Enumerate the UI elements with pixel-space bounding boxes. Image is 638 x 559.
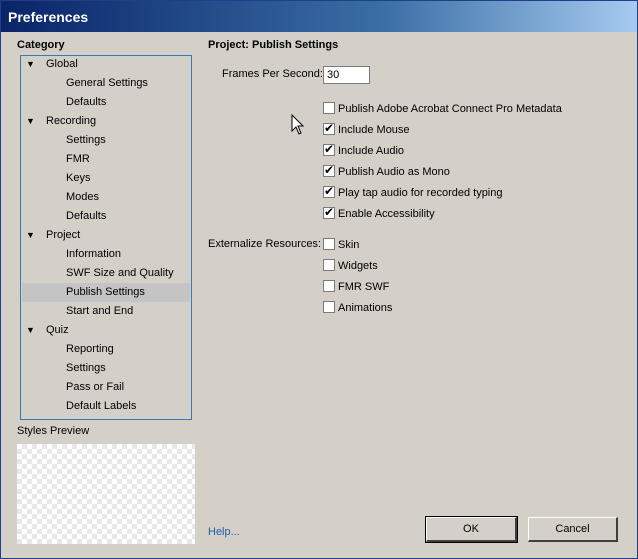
tree-item[interactable]: Publish Settings xyxy=(22,283,190,302)
tree-item-label: Settings xyxy=(66,362,106,374)
checkbox[interactable]: ✔ xyxy=(323,163,335,177)
panel-title: Project: Publish Settings xyxy=(208,39,339,51)
checkbox[interactable] xyxy=(323,238,335,250)
checkbox-label: Play tap audio for recorded typing xyxy=(338,187,503,199)
tree-item[interactable]: ▼ Recording xyxy=(22,112,190,131)
tree-item[interactable]: Keys xyxy=(22,169,190,188)
tree-item[interactable]: Defaults xyxy=(22,93,190,112)
tree-item[interactable]: FMR xyxy=(22,150,190,169)
tree-item-label: Defaults xyxy=(66,210,107,222)
tree-item[interactable]: Modes xyxy=(22,188,190,207)
checkbox-label: Enable Accessibility xyxy=(338,208,435,220)
checkbox[interactable]: ✔ xyxy=(323,121,335,135)
cancel-button[interactable]: Cancel xyxy=(528,517,618,542)
tree-item-label: Quiz xyxy=(46,324,69,336)
tree-item[interactable]: ▼ Quiz xyxy=(22,321,190,340)
category-tree[interactable]: ▼ Global General Settings Defaults ▼ Recordin… xyxy=(20,55,192,420)
tree-item-label: Pass or Fail xyxy=(66,381,125,393)
tree-item[interactable]: Default Labels xyxy=(22,397,190,416)
checkbox-label: FMR SWF xyxy=(338,281,390,293)
checkbox[interactable] xyxy=(323,280,335,292)
tree-item[interactable]: Settings xyxy=(22,359,190,378)
fps-input[interactable]: 30 xyxy=(323,66,370,84)
tree-item-label: Publish Settings xyxy=(66,286,145,298)
checkbox[interactable] xyxy=(323,301,335,313)
expand-triangle-icon[interactable]: ▼ xyxy=(26,226,35,245)
checkbox[interactable]: ✔ xyxy=(323,205,335,219)
tree-item[interactable]: Defaults xyxy=(22,207,190,226)
checkbox[interactable]: ✔ xyxy=(323,142,335,156)
tree-item-label: Settings xyxy=(66,134,106,146)
checkbox-label: Skin xyxy=(338,239,360,251)
checkmark-icon: ✔ xyxy=(324,142,335,156)
tree-item[interactable]: Settings xyxy=(22,131,190,150)
category-heading: Category xyxy=(17,39,65,51)
tree-item-label: FMR xyxy=(66,153,90,165)
checkbox-label: Publish Audio as Mono xyxy=(338,166,450,178)
tree-item-label: Reporting xyxy=(66,343,114,355)
mouse-cursor-icon xyxy=(291,114,305,135)
checkbox-label: Animations xyxy=(338,302,393,314)
tree-item-label: Default Labels xyxy=(66,400,137,412)
styles-preview-label: Styles Preview xyxy=(17,425,90,437)
checkmark-icon: ✔ xyxy=(324,121,335,135)
help-link[interactable]: Help... xyxy=(208,526,240,538)
expand-triangle-icon[interactable]: ▼ xyxy=(26,321,35,340)
expand-triangle-icon[interactable]: ▼ xyxy=(26,55,35,74)
tree-item[interactable]: SWF Size and Quality xyxy=(22,264,190,283)
styles-preview xyxy=(17,444,195,544)
tree-item[interactable]: General Settings xyxy=(22,74,190,93)
title-bar[interactable]: Preferences xyxy=(1,1,637,32)
tree-item-label: Defaults xyxy=(66,96,107,108)
tree-item[interactable]: Start and End xyxy=(22,302,190,321)
tree-item-label: SWF Size and Quality xyxy=(66,267,174,279)
tree-item-label: Project xyxy=(46,229,81,241)
externalize-label: Externalize Resources: xyxy=(208,238,322,250)
tree-item[interactable]: ▼ Project xyxy=(22,226,190,245)
tree-item[interactable]: Pass or Fail xyxy=(22,378,190,397)
tree-item[interactable]: ▼ Global xyxy=(22,55,190,74)
checkbox-label: Widgets xyxy=(338,260,378,272)
checkbox[interactable]: ✔ xyxy=(323,184,335,198)
checkbox[interactable] xyxy=(323,259,335,271)
tree-item[interactable]: Information xyxy=(22,245,190,264)
checkbox[interactable] xyxy=(323,102,335,114)
fps-label: Frames Per Second: xyxy=(222,68,323,80)
tree-item-label: Start and End xyxy=(66,305,134,317)
tree-item-label: Global xyxy=(46,58,78,70)
checkmark-icon: ✔ xyxy=(324,163,335,177)
preferences-dialog: Preferences Category ▼ Global General Sett… xyxy=(0,0,638,559)
tree-item-label: General Settings xyxy=(66,77,148,89)
checkbox-label: Publish Adobe Acrobat Connect Pro Metada… xyxy=(338,103,562,115)
tree-item-label: Information xyxy=(66,248,122,260)
checkmark-icon: ✔ xyxy=(324,184,335,198)
tree-item-label: Recording xyxy=(46,115,97,127)
tree-item[interactable]: Reporting xyxy=(22,340,190,359)
expand-triangle-icon[interactable]: ▼ xyxy=(26,112,35,131)
checkbox-label: Include Audio xyxy=(338,145,405,157)
ok-button[interactable]: OK xyxy=(425,516,518,543)
tree-item-label: Keys xyxy=(66,172,91,184)
checkmark-icon: ✔ xyxy=(324,205,335,219)
tree-item-label: Modes xyxy=(66,191,100,203)
checkbox-label: Include Mouse xyxy=(338,124,410,136)
window-title: Preferences xyxy=(8,9,89,25)
